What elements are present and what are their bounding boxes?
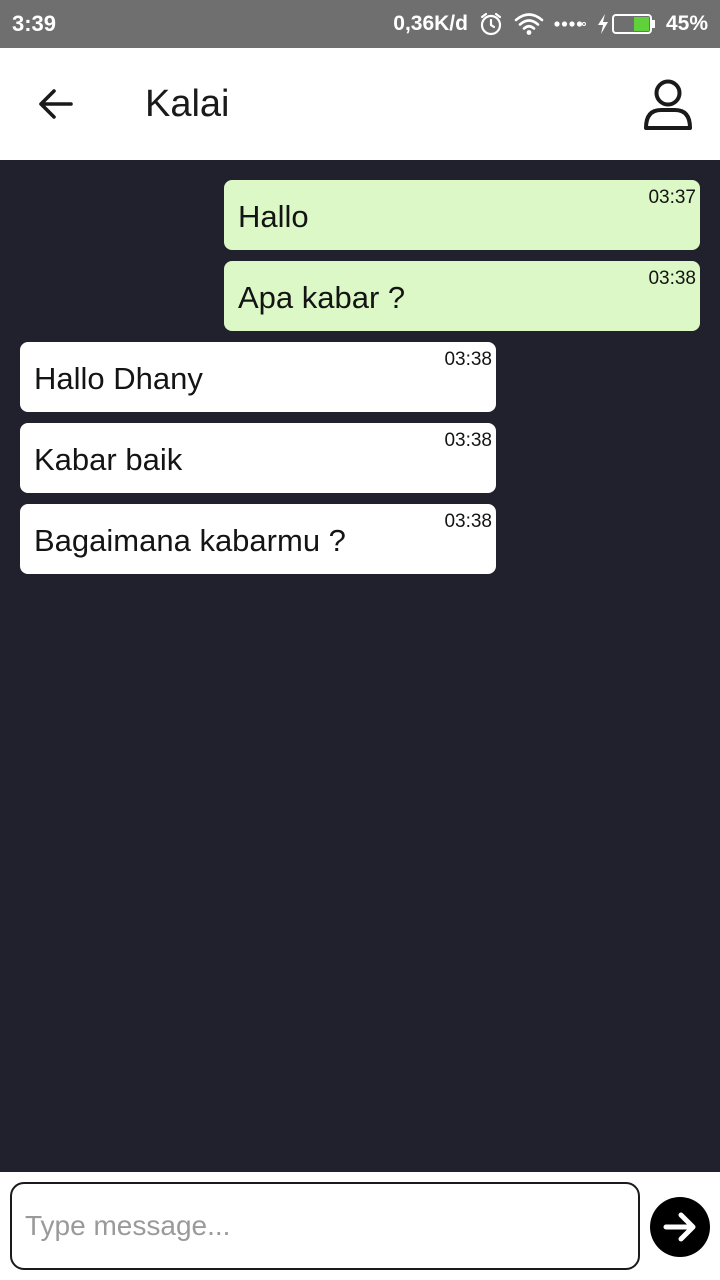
status-bar: 3:39 0,36K/d 45% [0,0,720,48]
send-button[interactable] [650,1197,710,1257]
message-bubble-received[interactable]: Bagaimana kabarmu ? 03:38 [20,504,496,574]
message-input[interactable] [10,1182,640,1270]
message-time: 03:37 [648,187,696,208]
wifi-icon [514,12,544,36]
message-bubble-sent[interactable]: Apa kabar ? 03:38 [224,261,700,331]
app-bar: Kalai [0,48,720,160]
charging-icon [596,13,610,35]
message-list[interactable]: Hallo 03:37 Apa kabar ? 03:38 Hallo Dhan… [0,160,720,1172]
back-button[interactable] [28,78,84,130]
status-time: 3:39 [12,11,57,36]
message-bubble-received[interactable]: Hallo Dhany 03:38 [20,342,496,412]
alarm-icon [478,11,504,37]
profile-button[interactable] [636,74,700,136]
chat-title: Kalai [145,83,230,125]
message-time: 03:38 [444,430,492,451]
message-text: Apa kabar ? [238,280,406,315]
arrow-left-icon [39,89,73,119]
signal-dots-icon [554,19,586,29]
user-icon [644,79,692,130]
battery-icon [611,13,656,35]
message-text: Bagaimana kabarmu ? [34,523,346,558]
battery-percent: 45% [665,12,708,35]
message-bubble-sent[interactable]: Hallo 03:37 [224,180,700,250]
composer-bar [0,1172,720,1280]
message-text: Hallo [238,199,309,234]
status-right-group: 0,36K/d 45% [393,9,708,39]
battery-group [596,13,656,35]
message-bubble-received[interactable]: Kabar baik 03:38 [20,423,496,493]
message-time: 03:38 [444,349,492,370]
network-speed: 0,36K/d [393,12,468,35]
arrow-right-icon [663,1212,696,1242]
message-time: 03:38 [444,511,492,532]
message-text: Kabar baik [34,442,183,477]
message-time: 03:38 [648,268,696,289]
message-text: Hallo Dhany [34,361,203,396]
